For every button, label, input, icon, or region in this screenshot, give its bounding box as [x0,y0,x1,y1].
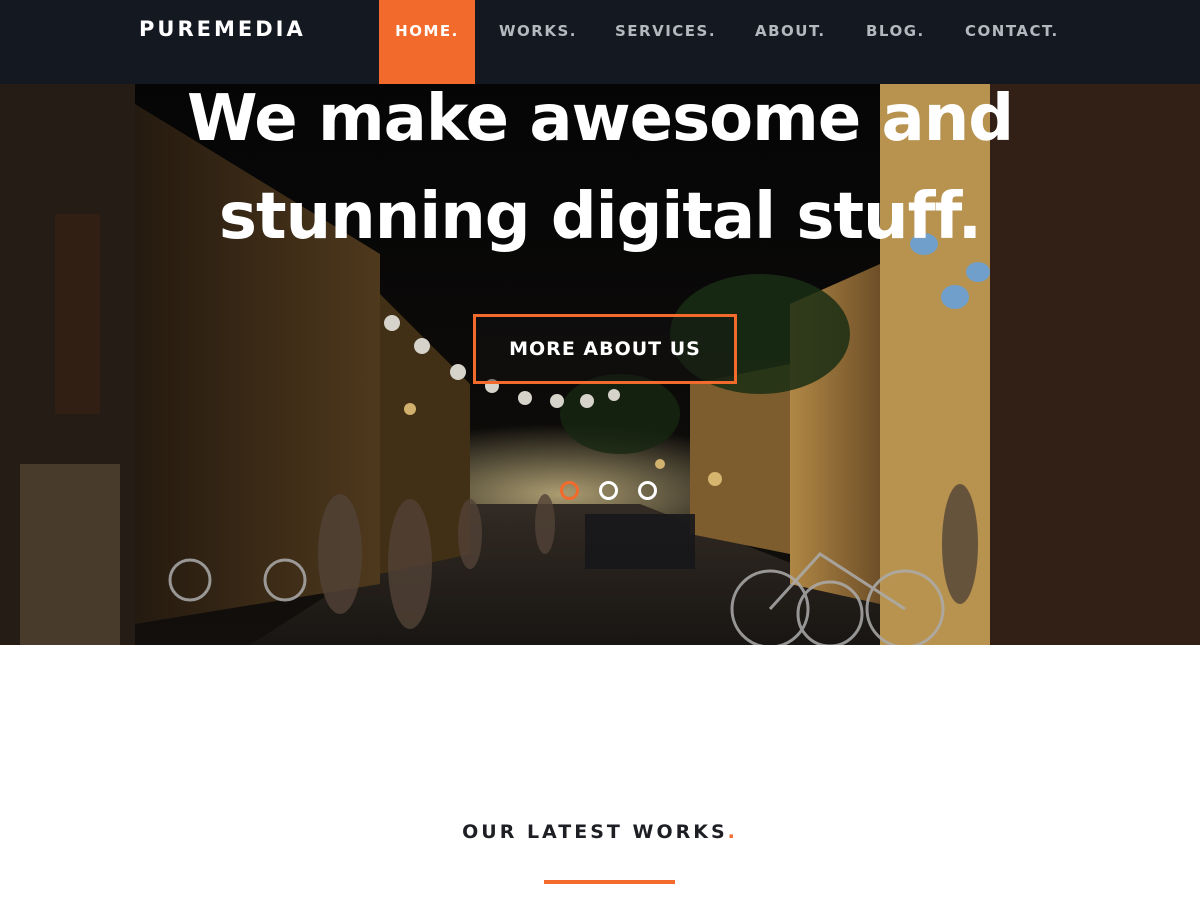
latest-works-title: OUR LATEST WORKS. [0,821,1200,843]
latest-works-title-text: OUR LATEST WORKS [462,821,728,843]
nav-item-contact[interactable]: CONTACT. [965,0,1059,62]
hero-heading: We make awesome and stunning digital stu… [0,84,1200,266]
slider-dot-3[interactable] [638,481,657,500]
top-navbar: PUREMEDIA HOME. WORKS. SERVICES. ABOUT. … [0,0,1200,84]
hero-heading-line-1: We make awesome and [186,84,1014,156]
nav-item-about[interactable]: ABOUT. [755,0,826,62]
brand-logo[interactable]: PUREMEDIA [139,17,306,41]
more-about-us-button[interactable]: MORE ABOUT US [473,314,737,384]
nav-item-home[interactable]: HOME. [379,0,475,84]
hero-slider: We make awesome and stunning digital stu… [0,84,1200,645]
hero-heading-line-2: stunning digital stuff. [218,180,982,254]
nav-item-blog[interactable]: BLOG. [866,0,925,62]
slider-dot-1[interactable] [560,481,579,500]
slider-dot-2[interactable] [599,481,618,500]
nav-item-services[interactable]: SERVICES. [615,0,716,62]
latest-works-title-dot: . [727,821,738,843]
nav-item-works[interactable]: WORKS. [499,0,577,62]
section-underline [544,880,675,884]
